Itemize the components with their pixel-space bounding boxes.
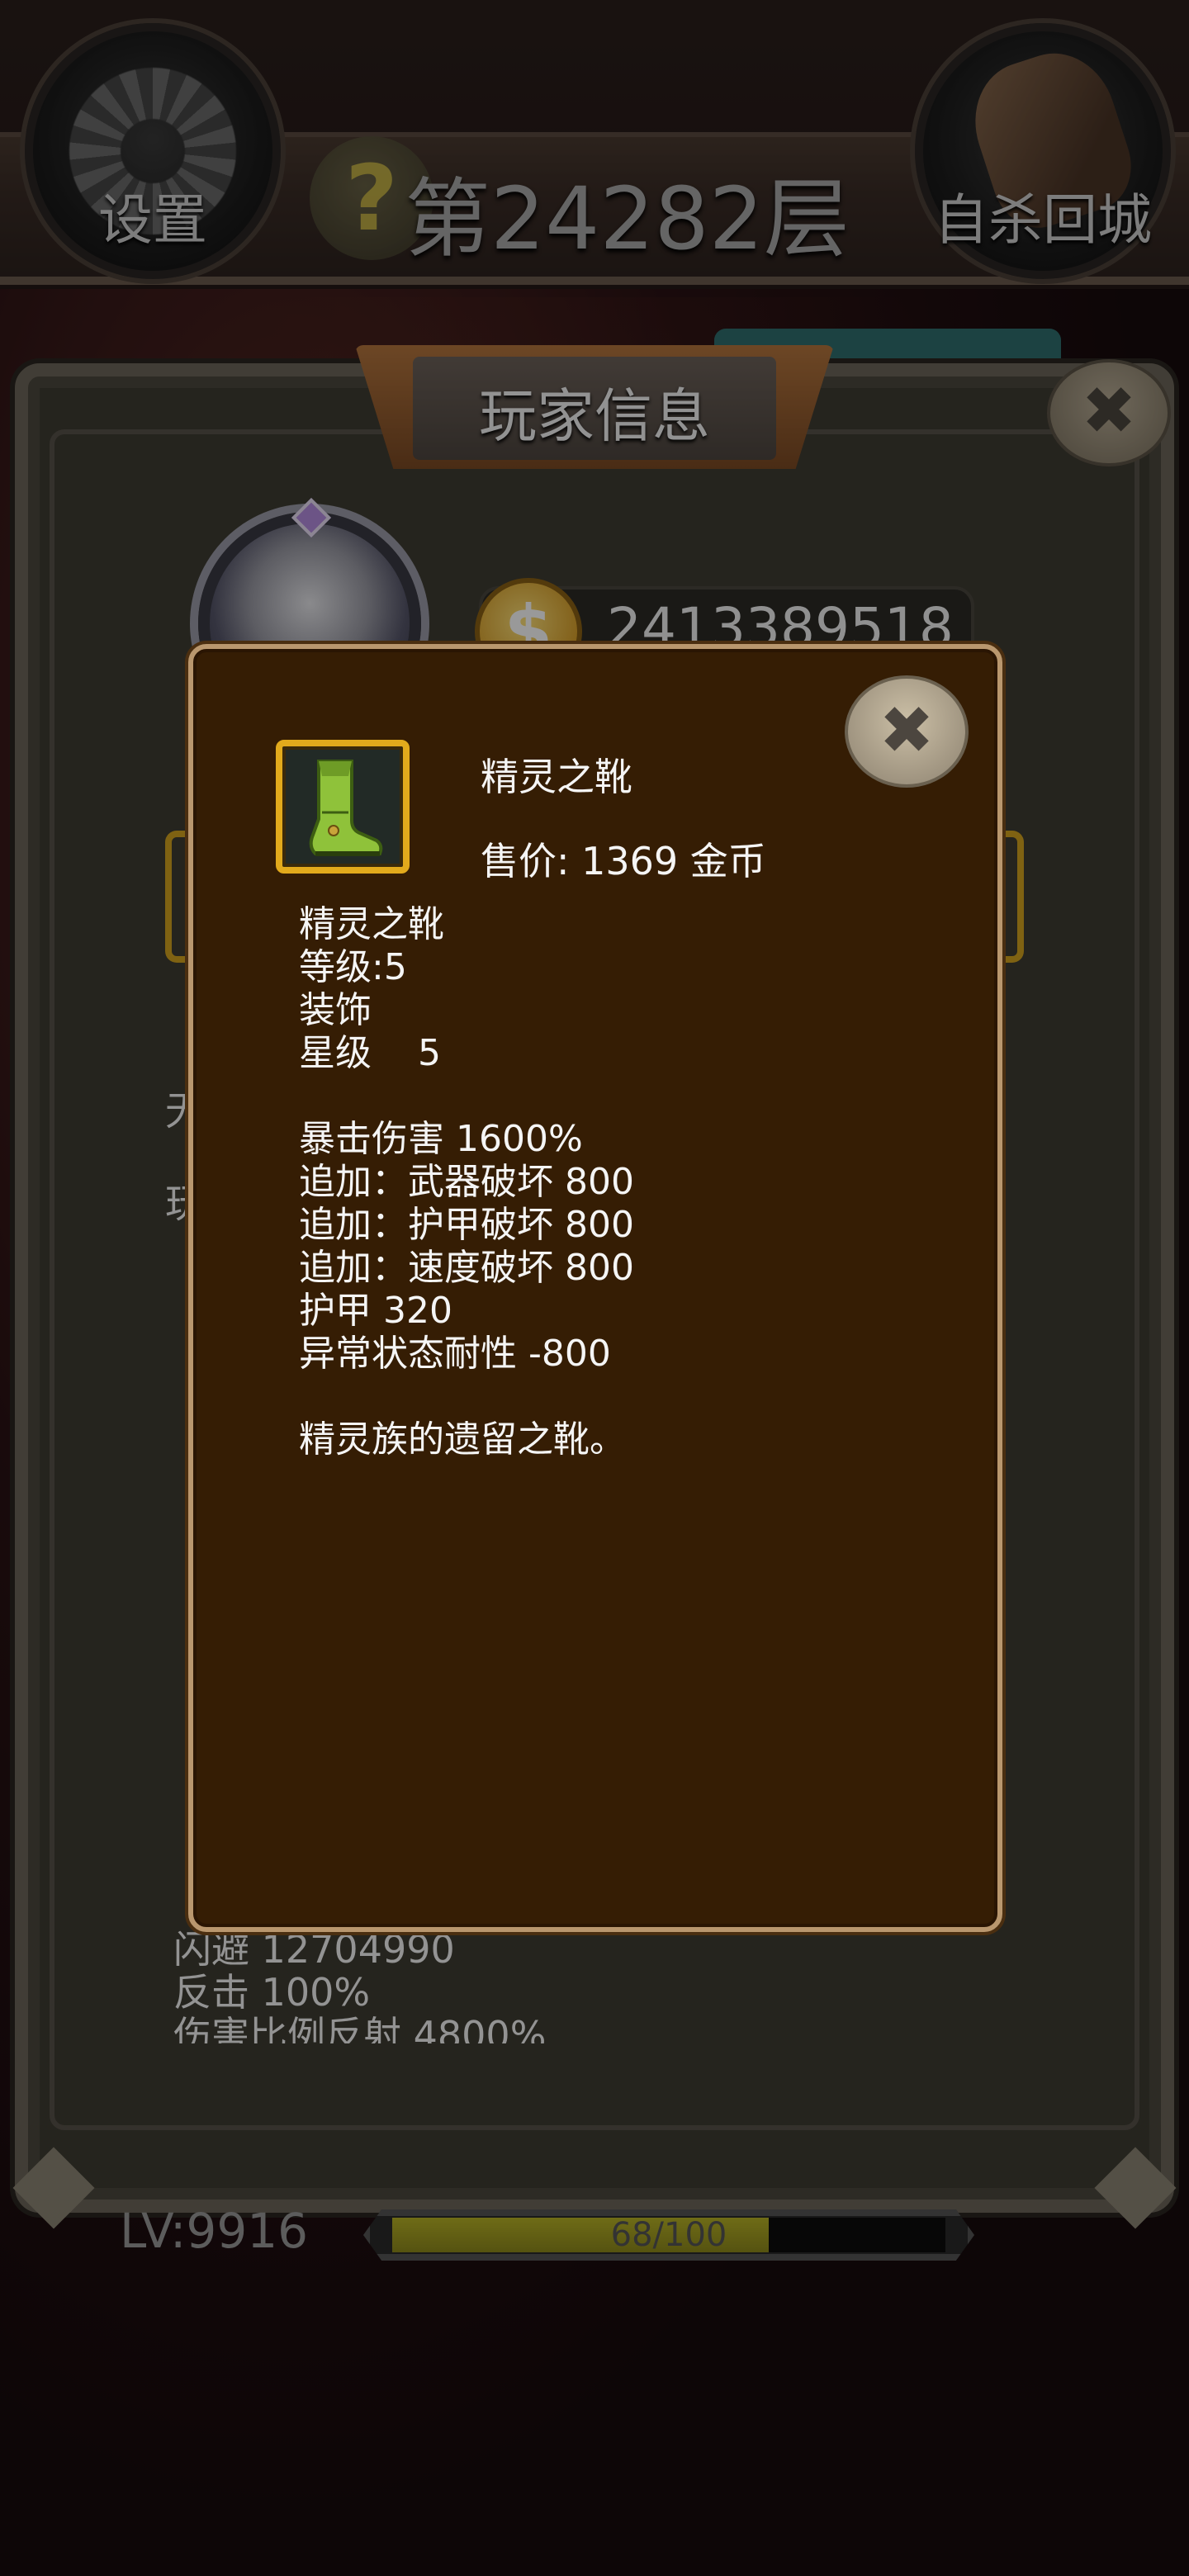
item-close-button[interactable]: ✖ <box>845 675 969 788</box>
detail-line: 追加：护甲破坏 800 <box>299 1204 634 1246</box>
detail-line: 追加：速度破坏 800 <box>299 1247 634 1289</box>
detail-line: 星级 5 <box>299 1032 441 1074</box>
detail-line: 等级:5 <box>299 946 407 988</box>
detail-line <box>299 1376 634 1418</box>
item-name: 精灵之靴 <box>481 755 632 799</box>
detail-line: 精灵族的遗留之靴。 <box>299 1418 626 1461</box>
detail-line: 护甲 320 <box>299 1290 452 1332</box>
close-icon: ✖ <box>879 692 935 769</box>
detail-line: 异常状态耐性 -800 <box>299 1333 611 1375</box>
boot-icon <box>309 760 383 856</box>
detail-line: 追加：武器破坏 800 <box>299 1161 634 1203</box>
detail-line <box>299 1075 634 1118</box>
item-icon-slot <box>276 740 410 874</box>
item-price: 售价: 1369 金币 <box>481 839 766 883</box>
detail-line: 暴击伤害 1600% <box>299 1118 583 1160</box>
item-details: 精灵之靴 等级:5 装饰 星级 5 暴击伤害 1600% 追加：武器破坏 800… <box>299 903 634 1461</box>
detail-line: 装饰 <box>299 989 372 1031</box>
detail-line: 精灵之靴 <box>299 903 444 945</box>
